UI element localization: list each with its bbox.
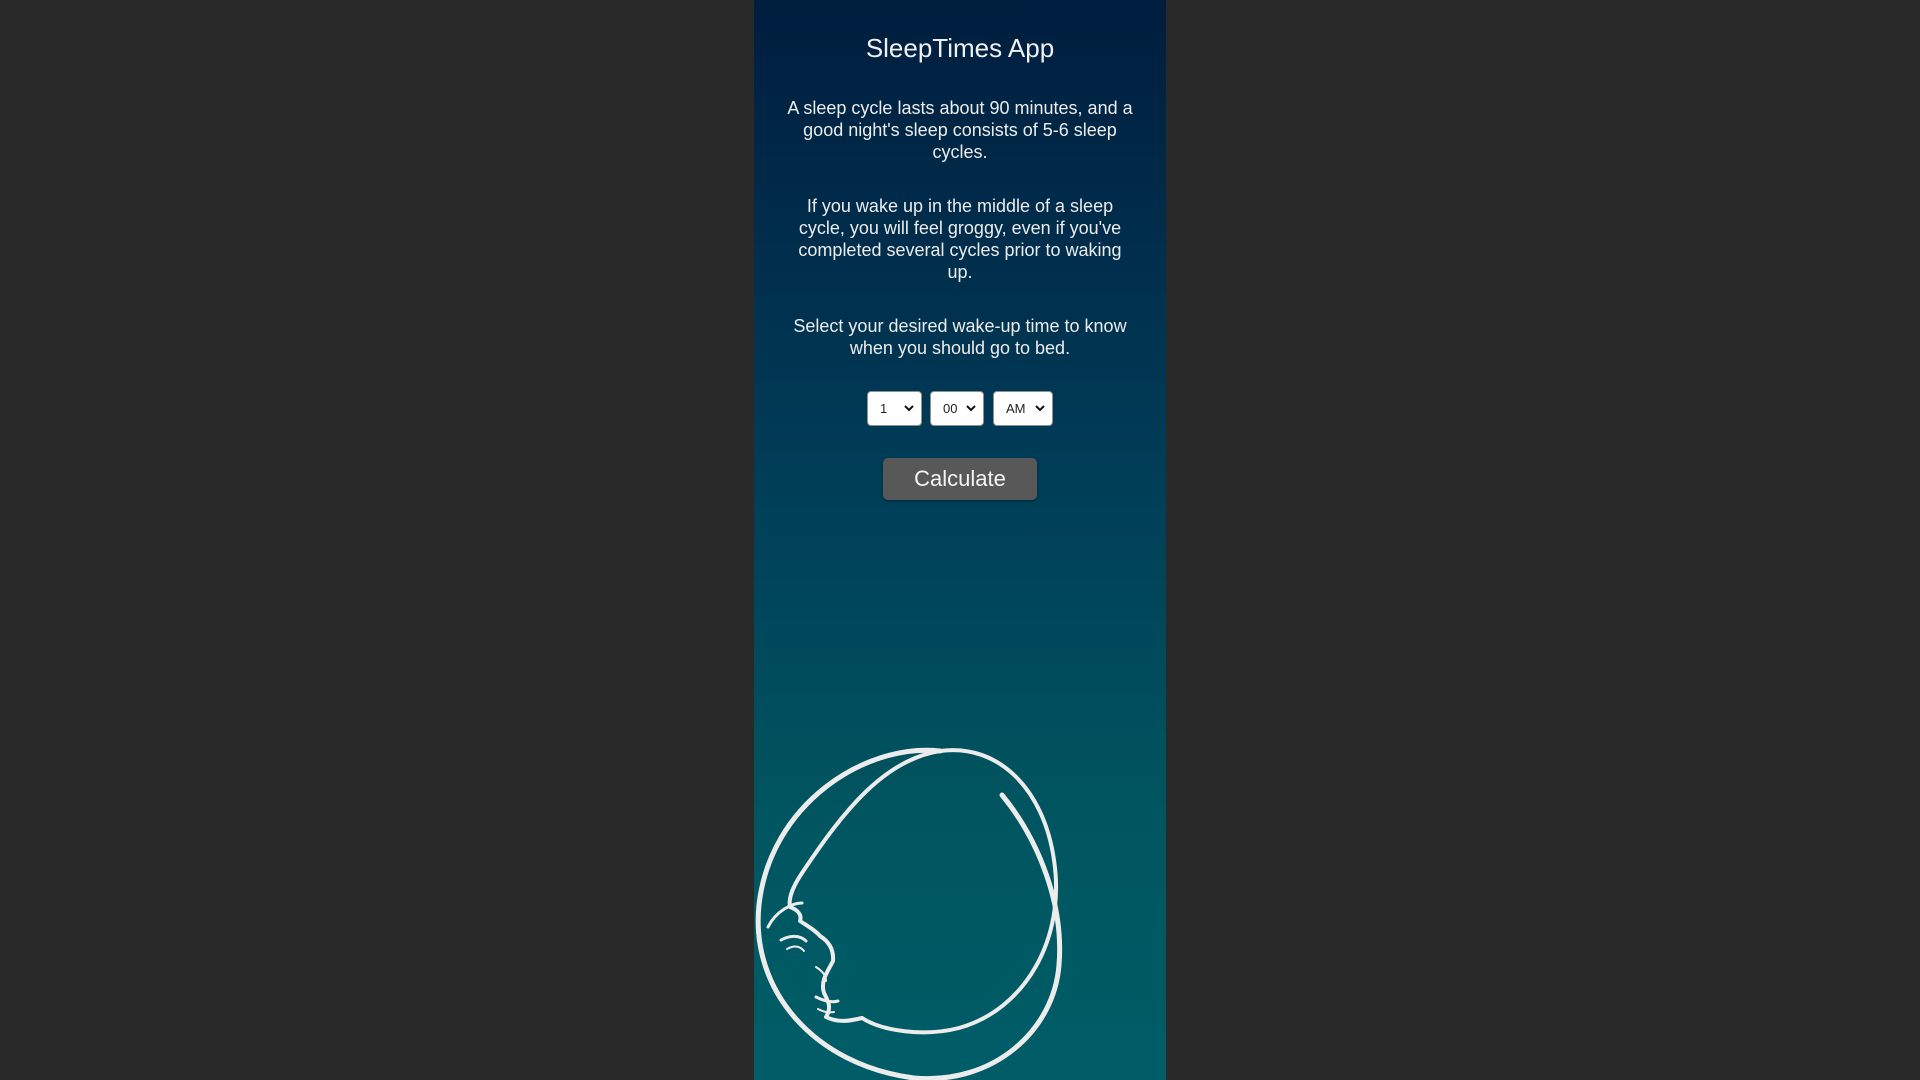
- intro-paragraph: A sleep cycle lasts about 90 minutes, an…: [787, 98, 1133, 162]
- groggy-paragraph: If you wake up in the middle of a sleep …: [798, 196, 1122, 282]
- crescent-moon-face-icon: [755, 747, 1063, 1080]
- app-title: SleepTimes App: [865, 33, 1055, 63]
- chevron-down-icon: [904, 405, 914, 412]
- hour-select-value: 1: [880, 401, 888, 416]
- wake-time-selectors: 1 00 AM: [754, 391, 1166, 426]
- am-pm-select[interactable]: AM: [993, 391, 1053, 426]
- am-pm-select-value: AM: [1006, 401, 1026, 416]
- instruction-paragraph: Select your desired wake-up time to know…: [793, 316, 1127, 358]
- minute-select[interactable]: 00: [930, 391, 984, 426]
- calculate-button[interactable]: Calculate: [883, 458, 1037, 500]
- minute-select-value: 00: [943, 401, 958, 416]
- chevron-down-icon: [966, 405, 976, 412]
- chevron-down-icon: [1035, 405, 1045, 412]
- hour-select[interactable]: 1: [867, 391, 922, 426]
- app-panel: SleepTimes App A sleep cycle lasts about…: [754, 0, 1166, 1080]
